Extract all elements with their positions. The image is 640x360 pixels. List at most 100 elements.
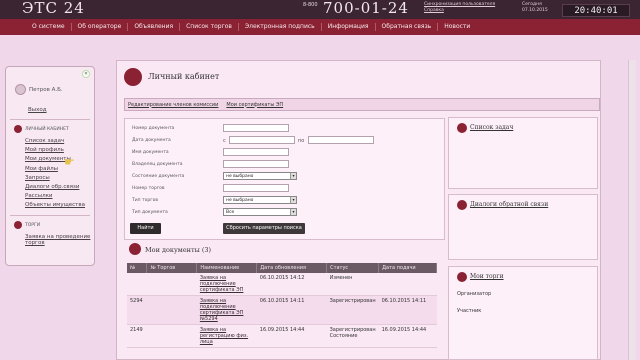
label-doc-number: Номер документа (132, 126, 175, 131)
cell: 06.10.2015 14:12 (256, 273, 327, 296)
sidebar-item-requests[interactable]: Запросы (25, 175, 50, 181)
cell: 16.09.2015 14:44 (256, 324, 327, 348)
phone-prefix: 8-800 (303, 2, 318, 8)
chevron-down-icon: ▾ (290, 197, 296, 203)
col-status[interactable]: Статус (326, 263, 380, 273)
nav-operator[interactable]: Об операторе (72, 23, 129, 31)
cell: Зарегистрирован (326, 295, 379, 325)
table-row[interactable]: 2149 Заявка на регистрацию физ. лица 16.… (127, 324, 437, 348)
chevron-down-icon: ▾ (290, 209, 296, 215)
dialogs-panel: Диалоги обратной связи (448, 194, 598, 260)
date-to-label: по (298, 138, 305, 144)
table-row[interactable]: Заявка на подключение сертификата ЭП 06.… (127, 273, 437, 296)
col-submitted[interactable]: Дата подачи (378, 263, 437, 273)
table-header-row: № № Торгов Наименование Дата обновления … (127, 263, 437, 273)
cell (146, 295, 197, 325)
tab-commission[interactable]: Редактирование членов комиссии (128, 102, 218, 108)
find-button[interactable]: Найти (130, 223, 161, 234)
doc-type-select[interactable]: Все ▾ (223, 208, 297, 216)
nav-news[interactable]: Новости (438, 23, 476, 31)
sidebar-item-dialogs[interactable]: Диалоги обр.связи (25, 184, 79, 190)
doc-owner-input[interactable] (223, 160, 289, 168)
nav-announcements[interactable]: Объявления (128, 23, 181, 31)
tasks-icon (457, 123, 467, 133)
nav-e-signature[interactable]: Электронная подпись (239, 23, 322, 31)
label-doc-type: Тип документа (132, 210, 168, 215)
trade-type-select[interactable]: не выбрано ▾ (223, 196, 297, 204)
documents-icon (129, 243, 141, 255)
section-trades: Торги (25, 223, 41, 228)
nav-trade-list[interactable]: Список торгов (180, 23, 239, 31)
trades-organizer[interactable]: Организатор (457, 291, 491, 297)
trade-type-value: не выбрано (226, 198, 254, 203)
trade-number-input[interactable] (223, 184, 289, 192)
dialogs-title[interactable]: Диалоги обратной связи (470, 201, 548, 208)
user-avatar-icon (15, 84, 26, 95)
sync-user-link[interactable]: Синхронизация пользователя Справка (424, 2, 504, 13)
cell: 06.10.2015 14:11 (378, 295, 437, 325)
col-trade-number[interactable]: № Торгов (146, 263, 198, 273)
sidebar-item-trade-request[interactable]: Заявка на проведение торгов (25, 234, 91, 246)
doc-link[interactable]: Заявка на регистрацию физ. лица (196, 324, 257, 348)
date-from-label: с (223, 138, 226, 144)
sidebar-item-mailings[interactable]: Рассылки (25, 193, 53, 199)
dialogs-icon (457, 200, 467, 210)
label-trade-type: Тип торгов (132, 198, 159, 203)
search-filter: Номер документа Дата документа с по Имя … (124, 118, 445, 240)
sidebar-item-files[interactable]: Мои файлы (25, 166, 58, 172)
label-trade-number: Номер торгов (132, 186, 165, 191)
tasks-title[interactable]: Список задач (470, 124, 513, 131)
cabinet-icon (14, 125, 22, 133)
top-bar: ЭТС 24 8-800 700-01-24 Синхронизация пол… (0, 0, 640, 19)
user-name: Петров А.Б. (29, 87, 63, 93)
page-title: Личный кабинет (148, 72, 220, 81)
phone-number: 700-01-24 (323, 0, 409, 17)
sidebar-item-tasks[interactable]: Список задач (25, 138, 64, 144)
date-to-input[interactable] (308, 136, 374, 144)
nav-about[interactable]: О системе (26, 23, 72, 31)
date-from-input[interactable] (229, 136, 295, 144)
main-nav: О системе Об операторе Объявления Список… (0, 19, 640, 35)
doc-name-input[interactable] (223, 148, 289, 156)
section-cabinet: Личный кабинет (25, 127, 69, 132)
trades-icon (14, 221, 22, 229)
clock: 20:40:01 (562, 4, 630, 17)
logo[interactable]: ЭТС 24 (22, 0, 85, 16)
reset-filter-button[interactable]: Сбросить параметры поиска (223, 223, 305, 234)
tasks-panel: Список задач (448, 117, 598, 189)
col-name[interactable]: Наименование (196, 263, 258, 273)
doc-link[interactable]: Заявка на подключение сертификата ЭП №52… (196, 295, 257, 325)
cell (146, 273, 197, 296)
trades-participant[interactable]: Участник (457, 308, 481, 314)
scrollbar[interactable] (628, 60, 636, 360)
col-updated[interactable]: Дата обновления (256, 263, 328, 273)
table-row[interactable]: 5294 Заявка на подключение сертификата Э… (127, 295, 437, 325)
cabinet-icon (124, 68, 142, 86)
tab-certificates[interactable]: Мои сертификаты ЭП (226, 102, 283, 108)
today-date: Сегодня 07.10.2015 (522, 2, 548, 13)
cell: 06.10.2015 14:11 (256, 295, 327, 325)
label-doc-owner: Владелец документа (132, 162, 183, 167)
divider (10, 119, 90, 120)
collapse-icon[interactable]: « (82, 70, 90, 78)
sidebar-item-profile[interactable]: Мой профиль (25, 147, 64, 153)
label-doc-name: Имя документа (132, 150, 169, 155)
cell (146, 324, 197, 348)
cell: 2149 (127, 324, 147, 348)
documents-table: № № Торгов Наименование Дата обновления … (127, 263, 437, 348)
doc-state-value: не выбрано (226, 174, 254, 179)
nav-information[interactable]: Информация (322, 23, 376, 31)
label-doc-state: Состояние документа (132, 174, 185, 179)
cell: 16.09.2015 14:44 (378, 324, 437, 348)
my-trades-panel: Мои торги Организатор Участник (448, 266, 598, 360)
col-number[interactable]: № (127, 263, 148, 273)
trades-icon (457, 272, 467, 282)
doc-link[interactable]: Заявка на подключение сертификата ЭП (196, 273, 257, 296)
cell: Изменен (326, 273, 379, 296)
sidebar-item-property[interactable]: Объекты имущества (25, 202, 85, 208)
nav-feedback[interactable]: Обратная связь (376, 23, 439, 31)
my-trades-title[interactable]: Мои торги (470, 273, 504, 280)
doc-number-input[interactable] (223, 124, 289, 132)
doc-state-select[interactable]: не выбрано ▾ (223, 172, 297, 180)
logout-link[interactable]: Выход (28, 107, 47, 113)
